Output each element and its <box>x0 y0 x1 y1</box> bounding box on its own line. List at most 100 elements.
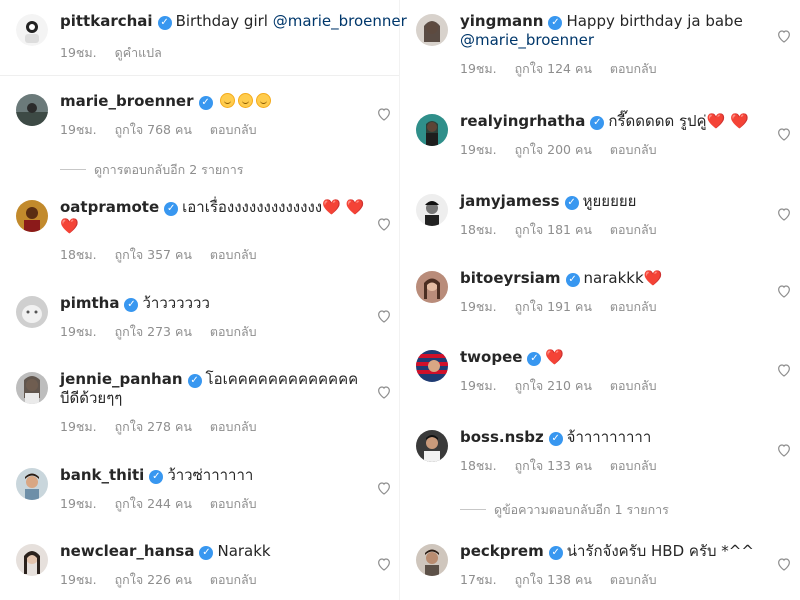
timestamp: 19ชม. <box>460 299 497 314</box>
avatar[interactable] <box>416 430 448 462</box>
comment-meta: 18ชม. ถูกใจ 357 คน ตอบกลับ <box>60 245 366 265</box>
username[interactable]: jennie_panhan <box>60 370 183 388</box>
like-count[interactable]: ถูกใจ 138 คน <box>515 572 592 587</box>
verified-badge-icon: ✓ <box>548 546 563 560</box>
comment-body: yingmann ✓ Happy birthday ja babe @marie_b… <box>460 12 766 79</box>
username[interactable]: marie_broenner <box>60 92 194 110</box>
reply-button[interactable]: ตอบกลับ <box>610 572 657 587</box>
caption-separator <box>0 75 399 76</box>
username[interactable]: yingmann <box>460 12 543 30</box>
smiling-face-emoji-icon <box>219 93 235 108</box>
mention-link[interactable]: @marie_broenner <box>273 12 407 30</box>
like-count[interactable]: ถูกใจ 200 คน <box>515 142 592 157</box>
mention-link[interactable]: @marie_broenner <box>460 31 594 49</box>
avatar[interactable] <box>16 94 48 126</box>
like-heart-icon[interactable] <box>776 442 792 458</box>
username[interactable]: oatpramote <box>60 198 159 216</box>
comment-text: Happy birthday ja babe <box>566 12 743 30</box>
like-heart-icon[interactable] <box>376 556 392 572</box>
avatar[interactable] <box>16 372 48 404</box>
avatar[interactable] <box>416 350 448 382</box>
username[interactable]: twopee <box>460 348 522 366</box>
avatar[interactable] <box>416 271 448 303</box>
avatar[interactable] <box>16 14 48 46</box>
comment-body: jennie_panhan ✓ โอเคคคคคคคคคคคคค บีดีด้วยๆ… <box>60 370 366 437</box>
username[interactable]: peckprem <box>460 542 544 560</box>
like-count[interactable]: ถูกใจ 210 คน <box>515 378 592 393</box>
reply-button[interactable]: ตอบกลับ <box>210 122 257 137</box>
timestamp: 18ชม. <box>460 458 497 473</box>
like-heart-icon[interactable] <box>776 556 792 572</box>
reply-button[interactable]: ตอบกลับ <box>210 496 257 511</box>
comment-meta: 17ชม. ถูกใจ 138 คน ตอบกลับ <box>460 570 766 590</box>
username[interactable]: bitoeyrsiam <box>460 269 561 287</box>
view-replies-button[interactable]: ดูข้อความตอบกลับอีก 1 รายการ <box>460 500 669 520</box>
view-replies-label: ดูข้อความตอบกลับอีก 1 รายการ <box>494 502 669 517</box>
like-count[interactable]: ถูกใจ 357 คน <box>115 247 192 262</box>
comment-text: กรี๊ดดดดด รูปคู่❤️ ❤️ <box>608 112 749 130</box>
like-heart-icon[interactable] <box>376 216 392 232</box>
timestamp: 19ชม. <box>60 419 97 434</box>
reply-button[interactable]: ตอบกลับ <box>610 222 657 237</box>
like-count[interactable]: ถูกใจ 273 คน <box>115 324 192 339</box>
like-count[interactable]: ถูกใจ 181 คน <box>515 222 592 237</box>
like-heart-icon[interactable] <box>376 308 392 324</box>
view-replies-button[interactable]: ดูการตอบกลับอีก 2 รายการ <box>60 160 243 180</box>
comment-meta: 19ชม. ถูกใจ 768 คน ตอบกลับ <box>60 120 366 140</box>
smiling-face-emoji-icon <box>255 93 271 108</box>
avatar[interactable] <box>416 194 448 226</box>
avatar[interactable] <box>416 14 448 46</box>
username[interactable]: jamyjamess <box>460 192 560 210</box>
username[interactable]: boss.nsbz <box>460 428 544 446</box>
like-count[interactable]: ถูกใจ 226 คน <box>115 572 192 587</box>
avatar[interactable] <box>16 296 48 328</box>
like-count[interactable]: ถูกใจ 278 คน <box>115 419 192 434</box>
avatar[interactable] <box>16 468 48 500</box>
verified-badge-icon: ✓ <box>149 470 164 484</box>
avatar[interactable] <box>416 114 448 146</box>
comment-text: น่ารักจังครับ HBD ครับ *^^ <box>566 542 754 560</box>
verified-badge-icon: ✓ <box>548 16 563 30</box>
comment-text-line2: ❤️ <box>60 217 79 235</box>
reply-button[interactable]: ตอบกลับ <box>210 247 257 262</box>
like-count[interactable]: ถูกใจ 124 คน <box>515 61 592 76</box>
reply-button[interactable]: ตอบกลับ <box>610 61 657 76</box>
avatar[interactable] <box>416 544 448 576</box>
like-heart-icon[interactable] <box>376 106 392 122</box>
avatar[interactable] <box>16 544 48 576</box>
comment-text: ❤️ <box>545 348 565 366</box>
comment-text-line2: บีดีด้วยๆๆ <box>60 389 123 407</box>
like-heart-icon[interactable] <box>376 384 392 400</box>
like-heart-icon[interactable] <box>776 206 792 222</box>
username[interactable]: realyingrhatha <box>460 112 585 130</box>
like-count[interactable]: ถูกใจ 768 คน <box>115 122 192 137</box>
like-heart-icon[interactable] <box>776 28 792 44</box>
avatar[interactable] <box>16 200 48 232</box>
like-heart-icon[interactable] <box>776 362 792 378</box>
reply-button[interactable]: ตอบกลับ <box>210 572 257 587</box>
username[interactable]: bank_thiti <box>60 466 144 484</box>
reply-button[interactable]: ตอบกลับ <box>210 419 257 434</box>
reply-button[interactable]: ตอบกลับ <box>210 324 257 339</box>
like-count[interactable]: ถูกใจ 133 คน <box>515 458 592 473</box>
like-heart-icon[interactable] <box>376 480 392 496</box>
username[interactable]: pittkarchai <box>60 12 153 30</box>
timestamp: 17ชม. <box>460 572 497 587</box>
comment-body: peckprem ✓ น่ารักจังครับ HBD ครับ *^^ 17ชม… <box>460 542 766 590</box>
username[interactable]: pimtha <box>60 294 119 312</box>
comment-meta: 19ชม. ถูกใจ 278 คน ตอบกลับ <box>60 417 366 437</box>
like-heart-icon[interactable] <box>776 126 792 142</box>
reply-button[interactable]: ตอบกลับ <box>610 378 657 393</box>
comment-body: oatpramote ✓ เอาเรื่องงงงงงงงงงงงง❤️ ❤️ ❤️… <box>60 198 366 265</box>
comment-meta: 19ชม. ถูกใจ 200 คน ตอบกลับ <box>460 140 766 160</box>
reply-button[interactable]: ตอบกลับ <box>610 142 657 157</box>
like-count[interactable]: ถูกใจ 191 คน <box>515 299 592 314</box>
like-count[interactable]: ถูกใจ 244 คน <box>115 496 192 511</box>
reply-button[interactable]: ตอบกลับ <box>610 458 657 473</box>
reply-button[interactable]: ตอบกลับ <box>610 299 657 314</box>
comment-body: jamyjamess ✓ หูยยยยย 18ชม. ถูกใจ 181 คน ตอบก… <box>460 192 766 240</box>
verified-badge-icon: ✓ <box>565 273 580 287</box>
like-heart-icon[interactable] <box>776 283 792 299</box>
translate-link[interactable]: ดูคำแปล <box>115 45 162 60</box>
username[interactable]: newclear_hansa <box>60 542 194 560</box>
